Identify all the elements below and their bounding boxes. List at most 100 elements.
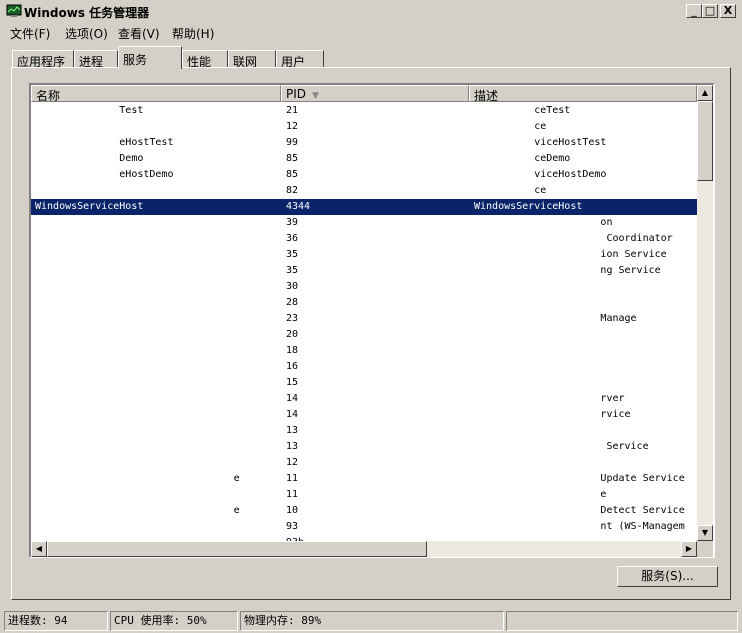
- service-desc-cell: Coordinator: [474, 233, 673, 244]
- column-pid[interactable]: PID ▼: [281, 85, 469, 102]
- table-row[interactable]: Demo 85 ceDemo: [31, 151, 697, 167]
- service-name-cell: Demo: [35, 153, 144, 164]
- table-row[interactable]: 14 rver: [31, 391, 697, 407]
- services-list[interactable]: 名称 PID ▼ 描述 Test 21 ceTest 12 ce eHostTest 9…: [29, 83, 715, 558]
- service-desc-cell: ceTest: [474, 105, 571, 116]
- table-row[interactable]: 12 ce: [31, 119, 697, 135]
- column-name-label: 名称: [36, 89, 61, 102]
- service-pid-cell: 93: [286, 521, 299, 532]
- table-row[interactable]: 35 ion Service: [31, 247, 697, 263]
- service-pid-cell: 12: [286, 121, 299, 132]
- menu-options[interactable]: 选项(O): [65, 25, 108, 42]
- service-name-cell: Test: [35, 105, 144, 116]
- vertical-scroll-thumb[interactable]: [697, 101, 713, 181]
- menu-help[interactable]: 帮助(H): [172, 25, 214, 42]
- minimize-button[interactable]: _: [686, 4, 702, 18]
- table-row[interactable]: 18: [31, 343, 697, 359]
- service-pid-cell: 11: [286, 473, 299, 484]
- table-row[interactable]: eHostDemo 85 viceHostDemo: [31, 167, 697, 183]
- horizontal-scrollbar[interactable]: ◀ ▶: [31, 541, 697, 557]
- table-row[interactable]: 13: [31, 423, 697, 439]
- service-desc-cell: on: [474, 217, 613, 228]
- task-manager-app-icon: [6, 4, 22, 17]
- status-processes: 进程数: 94: [4, 611, 108, 631]
- service-desc-cell: viceHostDemo: [474, 169, 607, 180]
- service-name-cell: e: [35, 505, 240, 516]
- column-name[interactable]: 名称: [31, 85, 281, 102]
- service-pid-cell: 10: [286, 505, 299, 516]
- list-header: 名称 PID ▼ 描述: [31, 85, 697, 102]
- services-button[interactable]: 服务(S)...: [617, 566, 718, 587]
- table-row[interactable]: e 10 Detect Service: [31, 503, 697, 519]
- service-name-cell: WindowsServiceHost: [35, 201, 144, 212]
- service-name-cell: e: [35, 473, 240, 484]
- table-row[interactable]: 36 Coordinator: [31, 231, 697, 247]
- tab-processes[interactable]: 进程: [74, 50, 118, 69]
- service-pid-cell: 36: [286, 233, 299, 244]
- menu-view[interactable]: 查看(V): [118, 25, 160, 42]
- service-desc-cell: rver: [474, 393, 625, 404]
- tab-services[interactable]: 服务: [118, 46, 182, 69]
- tab-networking[interactable]: 联网: [228, 50, 276, 69]
- table-row[interactable]: 35 ng Service: [31, 263, 697, 279]
- column-pid-label: PID: [286, 87, 307, 101]
- status-cpu: CPU 使用率: 50%: [110, 611, 238, 631]
- table-row[interactable]: 30: [31, 279, 697, 295]
- service-pid-cell: 30: [286, 281, 299, 292]
- table-row[interactable]: 15: [31, 375, 697, 391]
- service-pid-cell: 39: [286, 217, 299, 228]
- service-pid-cell: 11: [286, 489, 299, 500]
- table-row[interactable]: 12: [31, 455, 697, 471]
- status-memory: 物理内存: 89%: [240, 611, 504, 631]
- table-row[interactable]: 16: [31, 359, 697, 375]
- vertical-scrollbar[interactable]: ▲ ▼: [697, 85, 713, 541]
- table-row[interactable]: 82 ce: [31, 183, 697, 199]
- table-row[interactable]: 23 Manage: [31, 311, 697, 327]
- column-description[interactable]: 描述: [469, 85, 697, 102]
- table-row[interactable]: WindowsServiceHost 4344 WindowsServiceHost: [31, 199, 697, 215]
- scroll-left-icon[interactable]: ◀: [31, 541, 47, 557]
- service-desc-cell: Manage: [474, 313, 637, 324]
- service-pid-cell: 18: [286, 345, 299, 356]
- table-row[interactable]: 11 e: [31, 487, 697, 503]
- service-desc-cell: rvice: [474, 409, 631, 420]
- table-row[interactable]: 20: [31, 327, 697, 343]
- title-bar[interactable]: Windows 任务管理器 _ □ X: [0, 0, 742, 22]
- status-extra: [506, 611, 738, 631]
- service-desc-cell: viceHostTest: [474, 137, 607, 148]
- table-row[interactable]: eHostTest 99 viceHostTest: [31, 135, 697, 151]
- service-pid-cell: 14: [286, 409, 299, 420]
- service-desc-cell: e: [474, 489, 607, 500]
- menu-file[interactable]: 文件(F): [10, 25, 50, 42]
- horizontal-scroll-thumb[interactable]: [47, 541, 427, 557]
- service-pid-cell: 99: [286, 137, 299, 148]
- table-row[interactable]: 13 Service: [31, 439, 697, 455]
- service-desc-cell: ion Service: [474, 249, 667, 260]
- service-desc-cell: Service: [474, 441, 649, 452]
- scroll-up-icon[interactable]: ▲: [697, 85, 713, 101]
- service-pid-cell: 16: [286, 361, 299, 372]
- tab-applications[interactable]: 应用程序: [12, 50, 74, 69]
- service-name-cell: eHostTest: [35, 137, 174, 148]
- tab-users[interactable]: 用户: [276, 50, 324, 69]
- maximize-button[interactable]: □: [702, 4, 718, 18]
- table-row[interactable]: 93 nt (WS-Managem: [31, 519, 697, 535]
- tab-performance[interactable]: 性能: [182, 50, 228, 69]
- service-pid-cell: 20: [286, 329, 299, 340]
- service-desc-cell: ce: [474, 121, 547, 132]
- table-row[interactable]: e 11 Update Service: [31, 471, 697, 487]
- scroll-down-icon[interactable]: ▼: [697, 525, 713, 541]
- service-desc-cell: ceDemo: [474, 153, 571, 164]
- scroll-right-icon[interactable]: ▶: [681, 541, 697, 557]
- service-pid-cell: 21: [286, 105, 299, 116]
- table-row[interactable]: 28: [31, 295, 697, 311]
- table-row[interactable]: 39 on: [31, 215, 697, 231]
- service-pid-cell: 13: [286, 425, 299, 436]
- service-desc-cell: WindowsServiceHost: [474, 201, 583, 212]
- table-row[interactable]: 14 rvice: [31, 407, 697, 423]
- column-description-label: 描述: [474, 89, 499, 102]
- service-pid-cell: 4344: [286, 201, 311, 212]
- table-row[interactable]: Test 21 ceTest: [31, 103, 697, 119]
- service-desc-cell: ng Service: [474, 265, 661, 276]
- close-button[interactable]: X: [720, 4, 736, 18]
